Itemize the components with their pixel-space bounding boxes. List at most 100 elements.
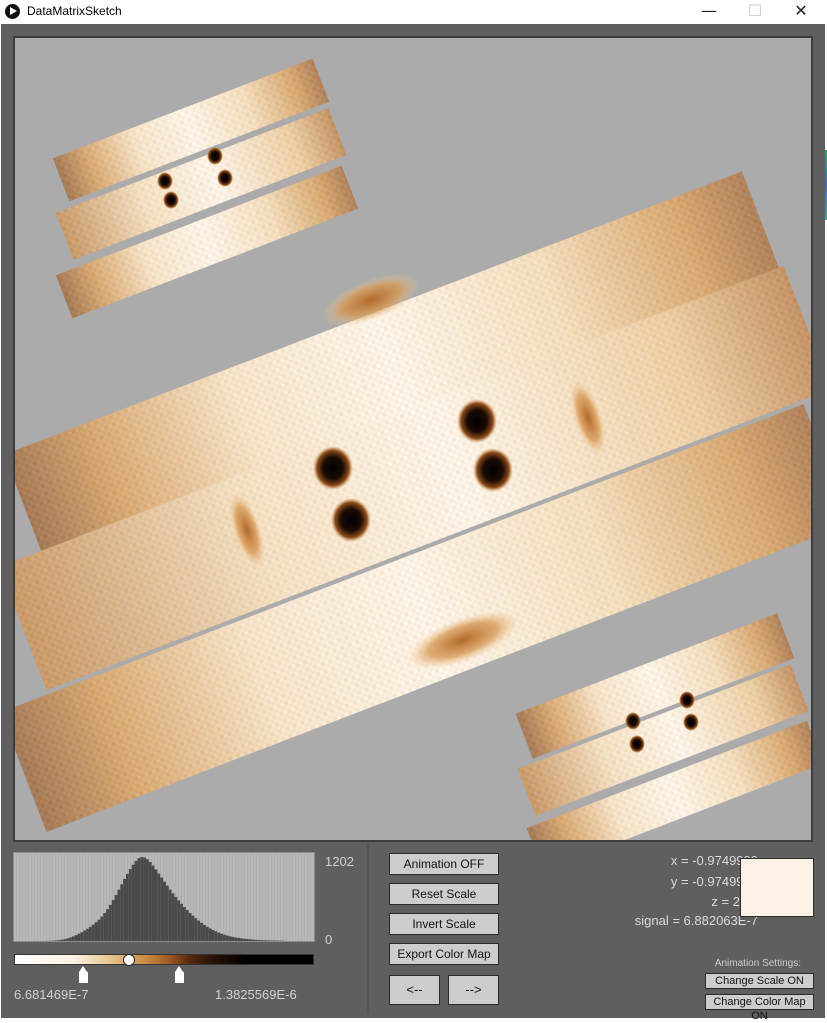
histogram-bar [92, 925, 95, 941]
change-color-map-button[interactable]: Change Color Map ON [705, 994, 814, 1010]
histogram-bar [166, 886, 169, 941]
histogram-bg-column [242, 853, 244, 941]
histogram-bar [194, 918, 197, 941]
histogram-bg-column [275, 853, 277, 941]
window-title: DataMatrixSketch [27, 4, 122, 18]
histogram-max-label: 1202 [325, 854, 354, 869]
histogram-bar [60, 940, 63, 941]
data-viewer[interactable] [13, 36, 813, 842]
color-scale-knob[interactable] [123, 954, 135, 966]
histogram-bar [186, 910, 189, 941]
histogram-bg-column [77, 853, 79, 941]
histogram-bar [251, 940, 254, 941]
histogram-bar [243, 939, 246, 941]
histogram-bg-column [272, 853, 274, 941]
histogram-bar [117, 890, 120, 941]
histogram-bar [160, 878, 163, 941]
histogram-bar [95, 922, 98, 941]
histogram-bg-column [284, 853, 286, 941]
histogram-bar [89, 927, 92, 941]
thumb-spot [625, 712, 641, 730]
histogram-bg-column [245, 853, 247, 941]
lower-scale-handle[interactable] [79, 966, 88, 984]
histogram-bar [240, 938, 243, 941]
maximize-button[interactable]: ☐ [732, 0, 778, 24]
invert-scale-button[interactable]: Invert Scale [389, 913, 499, 935]
histogram-bg-column [248, 853, 250, 941]
histogram-bar [212, 930, 215, 941]
histogram-bar [83, 931, 86, 941]
histogram-bg-column [62, 853, 64, 941]
histogram-bar [55, 940, 58, 941]
color-scale-bar[interactable] [14, 954, 314, 965]
histogram-bg-column [56, 853, 58, 941]
histogram-bar [157, 873, 160, 941]
histogram-bar [135, 861, 138, 941]
histogram-bar [152, 866, 155, 941]
histogram-bar [189, 913, 192, 941]
histogram-bg-column [263, 853, 265, 941]
histogram-bar [206, 927, 209, 941]
histogram-bg-column [293, 853, 295, 941]
upper-scale-handle[interactable] [175, 966, 184, 984]
histogram-bg-column [224, 853, 226, 941]
data-matrix-plot[interactable] [15, 38, 811, 840]
histogram-bar [180, 904, 183, 941]
histogram-bar [123, 879, 126, 941]
histogram-bg-column [266, 853, 268, 941]
next-button[interactable]: --> [448, 975, 499, 1005]
animation-toggle-button[interactable]: Animation OFF [389, 853, 499, 875]
histogram-bar [220, 934, 223, 941]
histogram-bg-column [311, 853, 313, 941]
reset-scale-button[interactable]: Reset Scale [389, 883, 499, 905]
export-color-map-button[interactable]: Export Color Map [389, 943, 499, 965]
histogram-bg-column [254, 853, 256, 941]
histogram-bar [86, 929, 89, 941]
histogram-bg-column [236, 853, 238, 941]
histogram-bar [169, 890, 172, 941]
histogram-bg-column [32, 853, 34, 941]
histogram-bg-column [47, 853, 49, 941]
histogram-bg-column [233, 853, 235, 941]
histogram-bg-column [26, 853, 28, 941]
thumb-spot [629, 735, 645, 753]
histogram-bg-column [35, 853, 37, 941]
histogram-bg-column [20, 853, 22, 941]
histogram-bg-column [221, 853, 223, 941]
histogram-bar [229, 936, 232, 941]
histogram-bar [231, 937, 234, 941]
histogram-bar [214, 931, 217, 941]
histogram-bg-column [302, 853, 304, 941]
close-button[interactable]: ✕ [778, 0, 824, 24]
histogram-bg-column [299, 853, 301, 941]
data-spot [457, 399, 497, 443]
histogram-bar [234, 938, 237, 941]
histogram-bg-column [281, 853, 283, 941]
histogram-bar [197, 921, 200, 941]
thumb-spot [157, 172, 173, 190]
previous-button[interactable]: <-- [389, 975, 440, 1005]
thumb-spot [207, 147, 223, 165]
histogram-bg-column [287, 853, 289, 941]
histogram-bg-column [80, 853, 82, 941]
histogram-bar [217, 933, 220, 941]
histogram-bar [209, 928, 212, 941]
histogram-bar [80, 932, 83, 941]
change-scale-button[interactable]: Change Scale ON [705, 973, 814, 989]
histogram-bar [254, 940, 257, 941]
histogram-bar [140, 857, 143, 941]
histogram-bg-column [218, 853, 220, 941]
histogram-bg-column [296, 853, 298, 941]
title-bar: DataMatrixSketch — ☐ ✕ [0, 0, 827, 24]
histogram-panel[interactable] [13, 852, 315, 942]
app-play-icon [5, 4, 20, 19]
histogram-bg-column [305, 853, 307, 941]
histogram-bar [137, 858, 140, 941]
histogram-bar [98, 920, 101, 941]
histogram-bar [183, 907, 186, 941]
minimize-button[interactable]: — [686, 0, 732, 24]
histogram-bg-column [215, 853, 217, 941]
histogram-bar [266, 940, 269, 941]
data-spot [473, 448, 513, 492]
histogram-bg-column [44, 853, 46, 941]
